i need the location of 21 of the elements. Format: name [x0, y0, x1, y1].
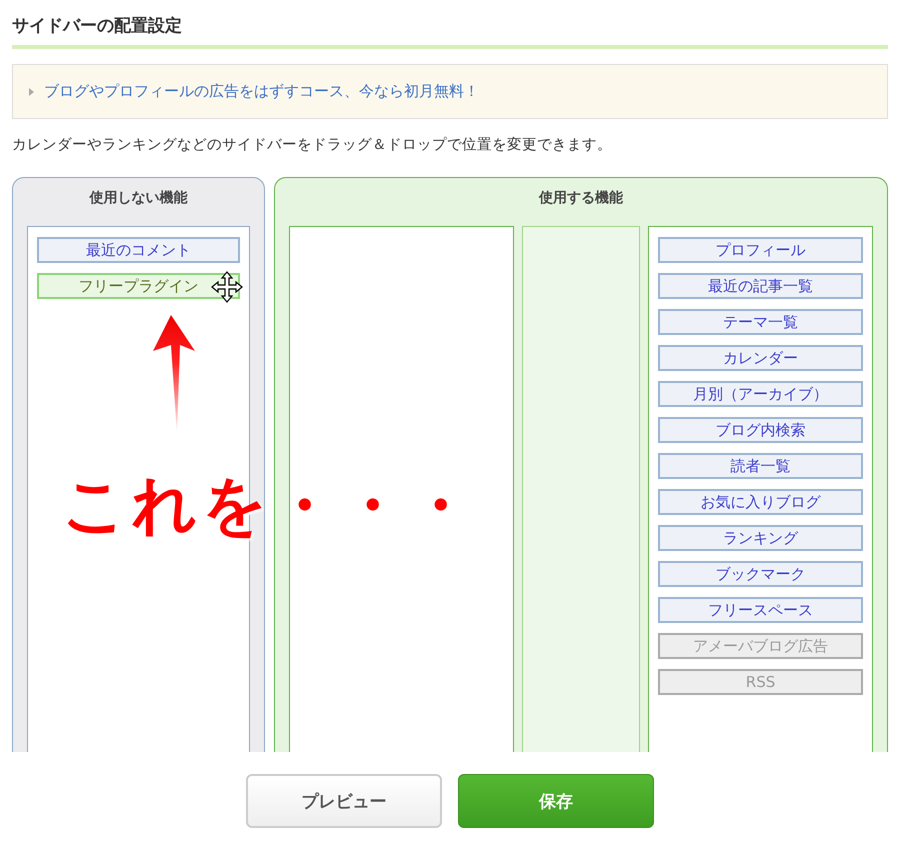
widget-item[interactable]: お気に入りブログ	[658, 489, 863, 515]
ad-link[interactable]: ブログやプロフィールの広告をはずすコース、今なら初月無料！	[44, 82, 479, 101]
widget-item[interactable]: テーマ一覧	[658, 309, 863, 335]
panel-heading: 使用する機能	[538, 189, 624, 208]
widget-item[interactable]: ブログ内検索	[658, 417, 863, 443]
widget-item[interactable]: ランキング	[658, 525, 863, 551]
widget-item[interactable]: 読者一覧	[658, 453, 863, 479]
widget-item[interactable]: フリースペース	[658, 597, 863, 623]
widget-item[interactable]: 月別（アーカイブ）	[658, 381, 863, 407]
annotation-text: これを・・・	[62, 468, 476, 545]
widget-item[interactable]: プロフィール	[658, 237, 863, 263]
page-title: サイドバーの配置設定	[12, 0, 888, 49]
widget-item[interactable]: ブックマーク	[658, 561, 863, 587]
widget-item[interactable]: 最近の記事一覧	[658, 273, 863, 299]
triangle-icon	[29, 88, 34, 96]
widget-item[interactable]: カレンダー	[658, 345, 863, 371]
preview-button[interactable]: プレビュー	[246, 774, 442, 828]
description-text: カレンダーやランキングなどのサイドバーをドラッグ＆ドロップで位置を変更できます。	[12, 136, 613, 155]
move-cursor-icon	[211, 271, 243, 303]
widget-item[interactable]: 最近のコメント	[37, 237, 240, 263]
panel-heading: 使用しない機能	[88, 189, 188, 208]
